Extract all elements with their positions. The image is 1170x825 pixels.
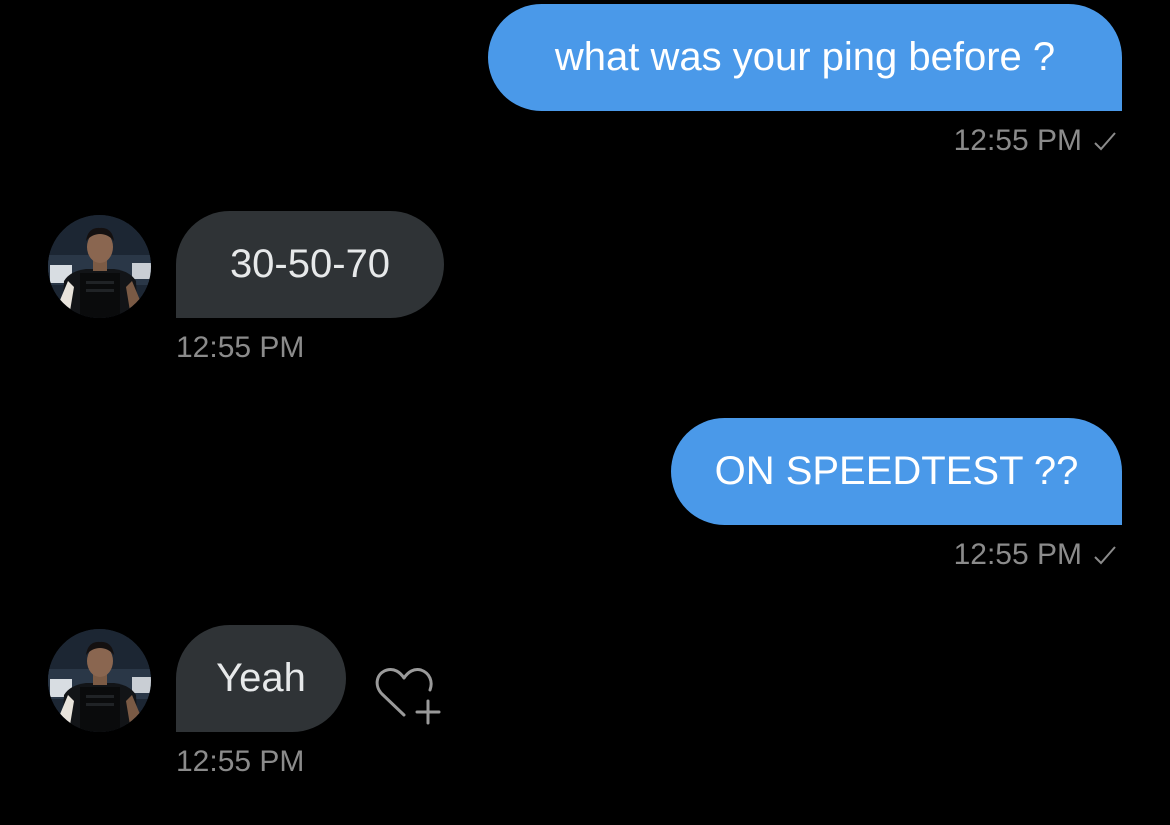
received-message-bubble[interactable]: Yeah [176,625,346,732]
message-meta: 12:55 PM [176,742,304,782]
message-meta: 12:55 PM [176,328,304,368]
sent-message-bubble[interactable]: what was your ping before ? [488,4,1122,111]
sent-message-bubble[interactable]: ON SPEEDTEST ?? [671,418,1122,525]
check-icon [1094,546,1116,565]
message-timestamp: 12:55 PM [176,331,305,364]
message-text: 30-50-70 [229,242,391,286]
avatar-photo [48,215,151,318]
message-text: what was your ping before ? [554,35,1056,79]
message-meta: 12:55 PM [954,121,1118,161]
message-timestamp: 12:55 PM [953,538,1082,571]
conversation-thread: what was your ping before ? 12:55 PM 30-… [0,0,1170,825]
message-timestamp: 12:55 PM [176,745,305,778]
add-reaction-heart-icon[interactable] [370,663,442,729]
received-message-bubble[interactable]: 30-50-70 [176,211,444,318]
message-timestamp: 12:55 PM [953,124,1082,157]
message-meta: 12:55 PM [954,535,1118,575]
message-text: ON SPEEDTEST ?? [714,449,1079,493]
check-icon [1094,132,1116,151]
contact-avatar[interactable] [48,215,151,318]
avatar-photo [48,629,151,732]
contact-avatar[interactable] [48,629,151,732]
message-text: Yeah [216,656,306,700]
